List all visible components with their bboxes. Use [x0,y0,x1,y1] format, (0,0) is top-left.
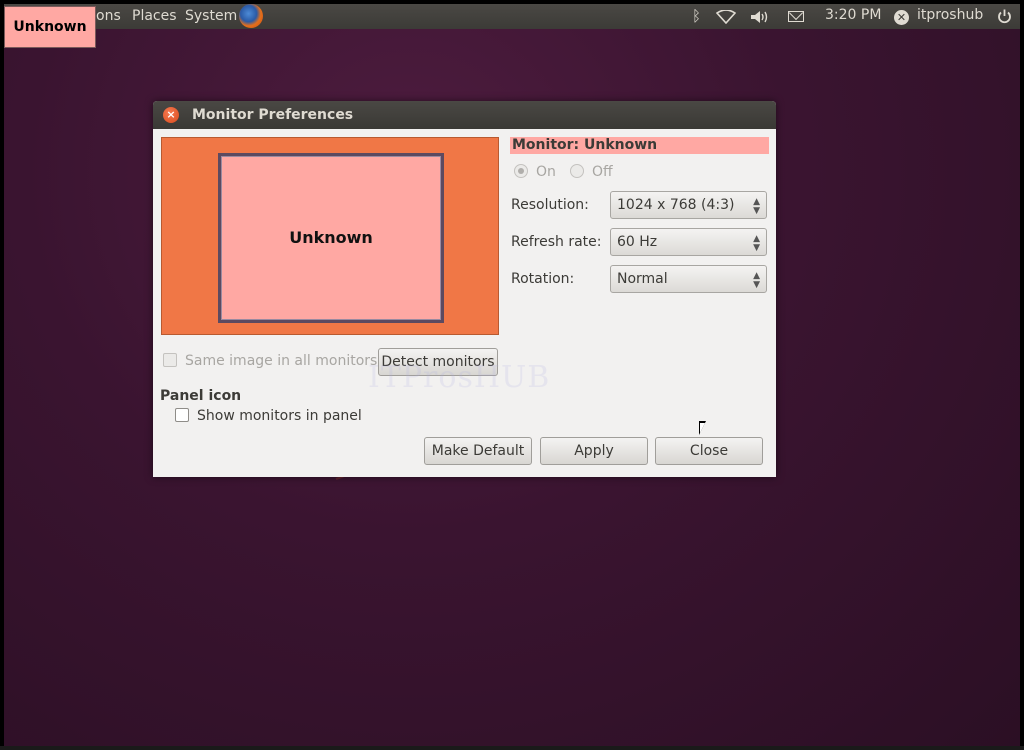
dialog-title: Monitor Preferences [192,107,354,123]
menu-applications[interactable]: ons [96,8,121,24]
resolution-combo[interactable]: 1024 x 768 (4:3) ▲ ▼ [610,191,767,219]
monitor-identify-label: Unknown [4,6,96,48]
firefox-icon[interactable] [239,4,263,28]
radio-on-label: On [536,164,556,180]
combo-arrows-icon: ▲ ▼ [753,234,760,253]
show-monitors-label: Show monitors in panel [197,408,362,424]
rotation-value: Normal [617,271,668,287]
show-monitors-check[interactable] [175,408,189,422]
volume-icon[interactable] [750,10,770,24]
username[interactable]: itproshub [917,7,983,23]
panel-icon-heading: Panel icon [160,388,242,404]
wifi-icon[interactable] [716,10,736,24]
menu-places[interactable]: Places [132,8,177,24]
bluetooth-icon[interactable]: ᛒ [692,7,701,25]
same-image-check[interactable] [163,353,177,367]
monitor-preferences-dialog: × Monitor Preferences Unknown Monitor: U… [153,101,776,477]
radio-off-button[interactable] [570,164,584,178]
menu-system[interactable]: System [185,8,237,24]
combo-arrows-icon: ▲ ▼ [753,271,760,290]
close-button[interactable]: Close [655,437,763,465]
monitor-layout-preview[interactable]: Unknown [161,137,499,335]
mouse-cursor-icon [699,421,706,435]
dialog-titlebar[interactable]: × Monitor Preferences [153,101,776,129]
mail-icon[interactable] [788,11,804,22]
radio-on[interactable]: On [514,164,556,180]
top-panel: ons Places System ᛒ 3:20 PM ✕ itproshub [4,4,1020,29]
user-status-icon: ✕ [894,10,909,25]
monitor-rectangle[interactable]: Unknown [218,153,444,323]
combo-arrows-icon: ▲ ▼ [753,197,760,216]
rotation-label: Rotation: [511,271,575,287]
rotation-combo[interactable]: Normal ▲ ▼ [610,265,767,293]
close-icon[interactable]: × [163,107,179,123]
preview-monitor-name: Unknown [289,228,373,247]
make-default-button[interactable]: Make Default [424,437,532,465]
refresh-rate-label: Refresh rate: [511,234,602,250]
apply-button[interactable]: Apply [540,437,648,465]
monitor-heading: Monitor: Unknown [510,137,769,154]
same-image-label: Same image in all monitors [185,353,378,369]
power-icon[interactable] [997,9,1012,24]
radio-off[interactable]: Off [570,164,613,180]
bottom-edge [0,746,1024,750]
radio-on-button[interactable] [514,164,528,178]
resolution-label: Resolution: [511,197,589,213]
radio-off-label: Off [592,164,613,180]
refresh-rate-value: 60 Hz [617,234,658,250]
resolution-value: 1024 x 768 (4:3) [617,197,735,213]
show-monitors-checkbox[interactable]: Show monitors in panel [175,408,362,424]
same-image-checkbox[interactable]: Same image in all monitors [163,353,377,369]
watermark: ITProsHUB [368,360,551,395]
refresh-rate-combo[interactable]: 60 Hz ▲ ▼ [610,228,767,256]
clock[interactable]: 3:20 PM [825,7,881,23]
